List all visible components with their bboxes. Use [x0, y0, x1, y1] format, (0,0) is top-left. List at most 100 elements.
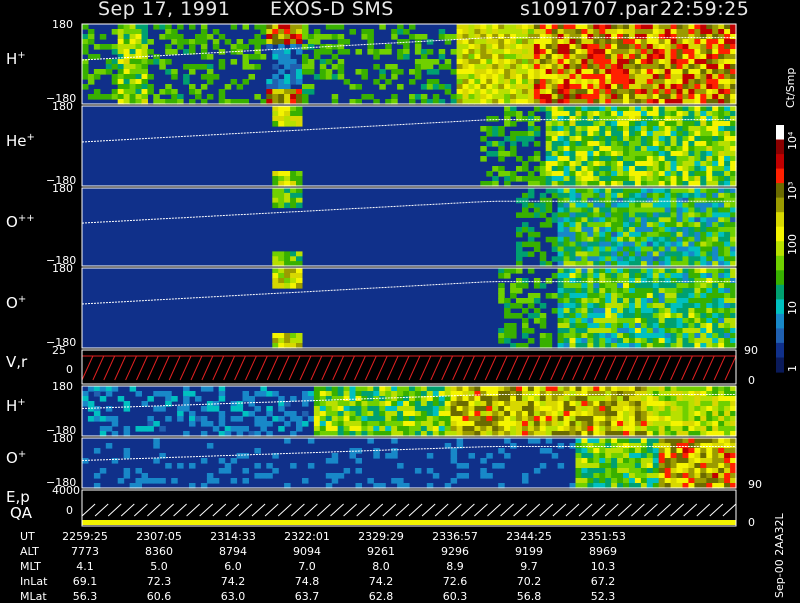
spectrogram-cell	[272, 84, 279, 90]
spectrogram-cell	[510, 54, 517, 60]
spectrogram-cell	[617, 188, 624, 194]
spectrogram-cell	[617, 458, 624, 464]
spectrogram-cell	[165, 396, 172, 402]
spectrogram-cell	[706, 131, 713, 137]
spectrogram-cell	[527, 202, 535, 209]
spectrogram-cell	[278, 106, 285, 112]
spectrogram-cell	[516, 268, 523, 274]
spectrogram-cell	[575, 421, 582, 427]
spectrogram-cell	[700, 338, 707, 344]
spectrogram-cell	[325, 473, 333, 479]
spectrogram-cell	[712, 197, 719, 204]
spectrogram-cell	[593, 463, 600, 469]
spectrogram-cell	[290, 121, 297, 127]
spectrogram-cell	[147, 74, 154, 80]
spectrogram-cell	[236, 406, 244, 412]
spectrogram-cell	[724, 293, 731, 299]
spectrogram-cell	[444, 84, 452, 90]
spectrogram-cell	[569, 54, 576, 60]
spectrogram-cell	[82, 64, 89, 70]
spectrogram-cell	[569, 283, 576, 289]
spectrogram-cell	[712, 246, 719, 252]
spectrogram-cell	[724, 39, 731, 45]
spectrogram-cell	[272, 171, 279, 177]
spectrogram-cell	[682, 212, 689, 218]
spectrogram-cell	[623, 283, 630, 289]
spectrogram-cell	[634, 166, 642, 172]
spectrogram-cell	[682, 166, 689, 172]
spectrogram-cell	[718, 438, 725, 444]
spectrogram-cell	[527, 426, 535, 432]
spectrogram-cell	[516, 401, 523, 407]
spectrogram-cell	[634, 136, 642, 142]
spectrogram-cell	[700, 386, 707, 392]
footer-value: 60.6	[146, 590, 172, 603]
spectrogram-cell	[724, 338, 731, 344]
spectrogram-cell	[522, 406, 529, 412]
spectrogram-cell	[557, 231, 565, 238]
spectrogram-cell	[397, 426, 404, 432]
spectrogram-cell	[724, 146, 731, 152]
spectrogram-cell	[599, 323, 606, 329]
spectrogram-cell	[599, 426, 606, 432]
spectrogram-cell	[706, 318, 713, 324]
spectrogram-cell	[581, 116, 588, 122]
spectrogram-cell	[587, 24, 594, 30]
spectrogram-cell	[718, 478, 725, 484]
spectrogram-cell	[533, 49, 541, 55]
spectrogram-cell	[646, 151, 654, 157]
spectrogram-cell	[706, 207, 713, 213]
spectrogram-cell	[611, 106, 618, 112]
spectrogram-cell	[611, 478, 618, 484]
spectrogram-cell	[545, 386, 553, 392]
spectrogram-cell	[510, 283, 517, 289]
spectrogram-cell	[575, 231, 582, 238]
spectrogram-cell	[539, 318, 547, 324]
spectrogram-cell	[652, 156, 660, 162]
spectrogram-cell	[724, 251, 731, 257]
spectrogram-cell	[611, 236, 618, 243]
spectrogram-cell	[593, 406, 600, 412]
spectrogram-cell	[367, 438, 374, 444]
spectrogram-cell	[587, 323, 594, 329]
spectrogram-cell	[634, 303, 642, 309]
spectrogram-cell	[569, 323, 576, 329]
spectrogram-cell	[587, 426, 594, 432]
spectrogram-cell	[99, 34, 107, 40]
spectrogram-cell	[694, 318, 701, 324]
spectrogram-cell	[611, 338, 618, 344]
spectrogram-cell	[611, 298, 618, 304]
spectrogram-cell	[646, 478, 654, 484]
spectrogram-cell	[652, 246, 660, 252]
spectrogram-cell	[688, 64, 695, 70]
spectrogram-cell	[456, 416, 464, 422]
spectrogram-cell	[664, 338, 672, 344]
spectrogram-cell	[676, 111, 683, 117]
spectrogram-cell	[177, 39, 184, 45]
spectrogram-cell	[527, 39, 535, 45]
spectrogram-cell	[599, 161, 606, 167]
spectrogram-cell	[581, 416, 588, 422]
spectrogram-cell	[646, 146, 654, 152]
spectrogram-cell	[498, 24, 505, 30]
spectrogram-cell	[718, 64, 725, 70]
spectrogram-cell	[290, 278, 297, 284]
spectrogram-cell	[462, 74, 469, 80]
colorbar-swatch	[776, 125, 784, 141]
spectrogram-cell	[718, 89, 725, 95]
spectrogram-cell	[664, 396, 672, 402]
spectrogram-cell	[230, 406, 238, 412]
spectrogram-cell	[159, 426, 166, 432]
spectrogram-cell	[391, 69, 398, 75]
spectrogram-cell	[557, 278, 565, 284]
spectrogram-cell	[242, 396, 249, 402]
spectrogram-cell	[688, 161, 695, 167]
spectrogram-cell	[581, 24, 588, 30]
spectrogram-cell	[516, 64, 523, 70]
spectrogram-cell	[623, 396, 630, 402]
spectrogram-cell	[290, 79, 297, 85]
spectrogram-cell	[438, 386, 446, 392]
spectrogram-cell	[480, 29, 487, 35]
spectrogram-cell	[682, 246, 689, 252]
spectrogram-cell	[676, 202, 683, 209]
